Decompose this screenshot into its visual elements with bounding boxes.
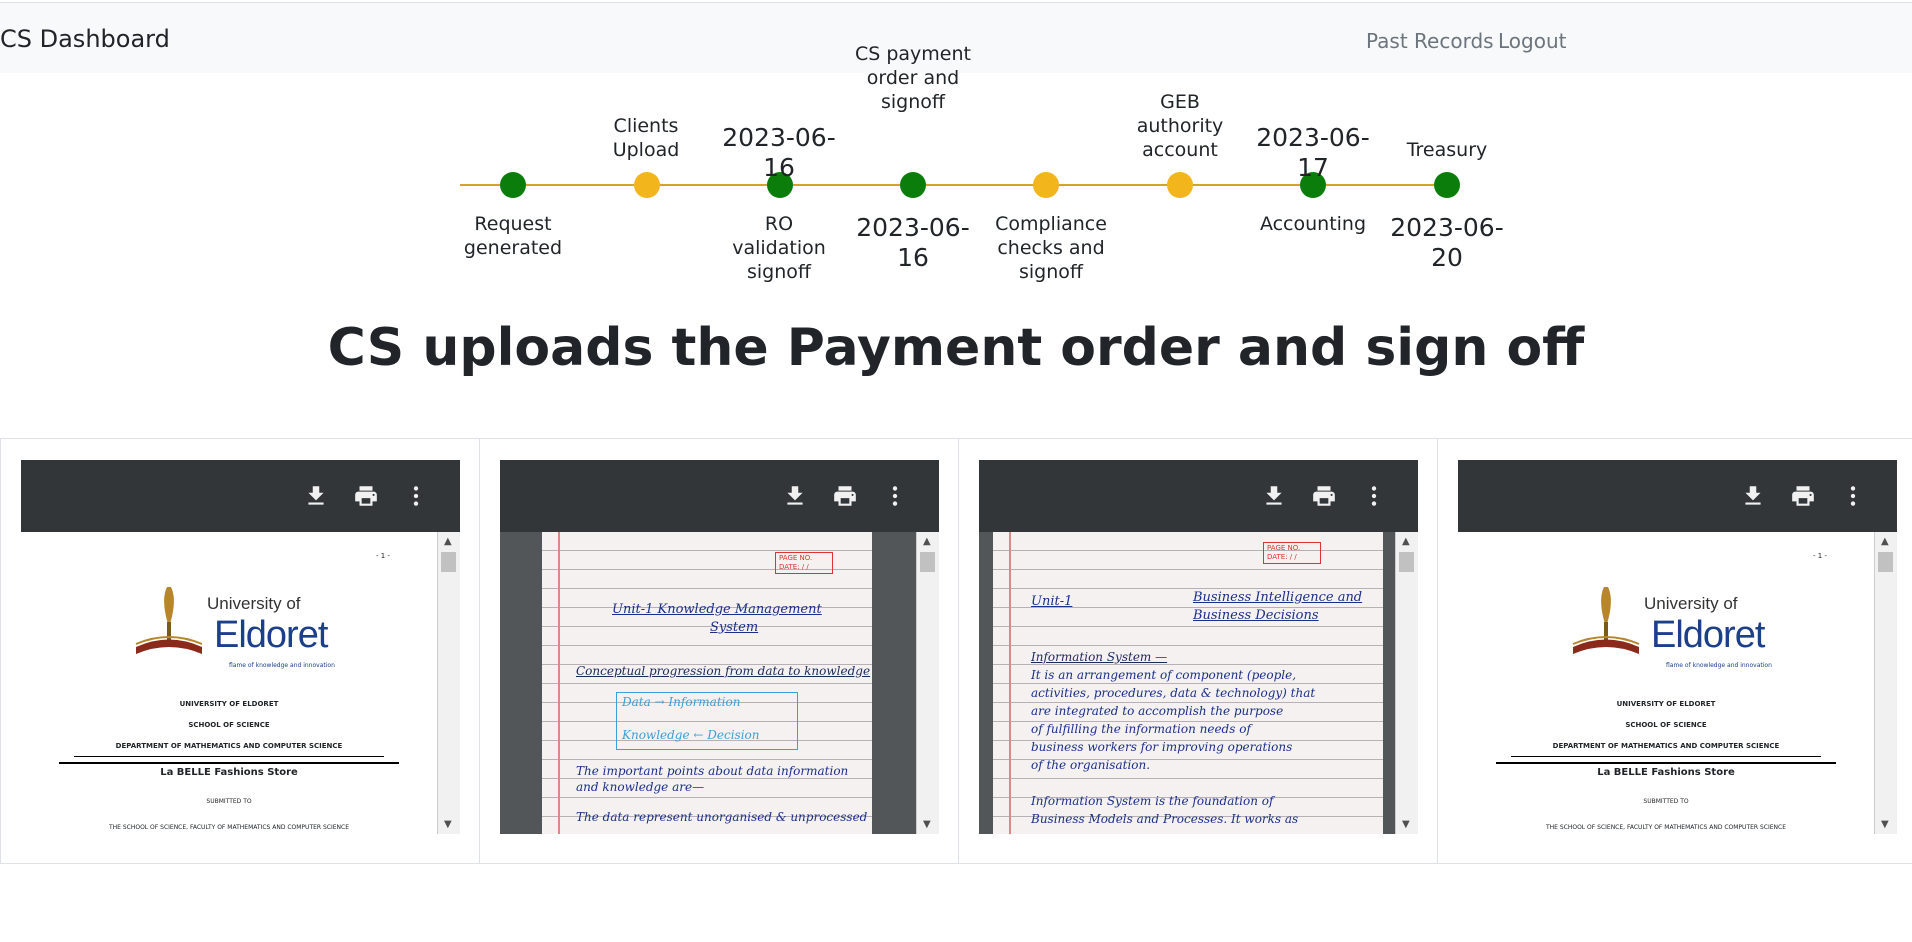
timeline-label-accounting: Accounting: [1259, 213, 1367, 235]
documents-row: - 1 - University of Eldoret flame of kno…: [0, 438, 1912, 864]
scrollbar-thumb[interactable]: [920, 552, 935, 572]
page-title: CS uploads the Payment order and sign of…: [327, 318, 1585, 378]
logo-line1: University of: [207, 594, 301, 613]
timeline-label-cs-payment-order: CS payment order and signoff: [854, 43, 971, 113]
scrollbar-thumb[interactable]: [441, 552, 456, 572]
timeline-label-clients-upload: Clients Upload: [612, 115, 680, 161]
timeline-date-cs-payment-order: 2023-06-16: [856, 213, 970, 272]
timeline-label-geb-authority: GEB authority account: [1136, 91, 1224, 161]
logo-line2: Eldoret: [1651, 614, 1765, 656]
more-vert-icon[interactable]: [1840, 483, 1866, 509]
document-card-4: - 1 - University of Eldoret flame of kno…: [1437, 439, 1912, 863]
page-stamp: PAGE NO. DATE: / /: [775, 552, 833, 574]
timeline-dot-clients-upload: [634, 172, 660, 198]
download-icon[interactable]: [782, 483, 808, 509]
print-icon[interactable]: [832, 483, 858, 509]
divider: [1496, 762, 1836, 764]
print-icon[interactable]: [1311, 483, 1337, 509]
pdf-viewer-4[interactable]: - 1 - University of Eldoret flame of kno…: [1458, 460, 1897, 834]
document-card-3: PAGE NO. DATE: / / Unit-1 Business Intel…: [958, 439, 1437, 863]
timeline-label-ro-validation: RO validation signoff: [732, 213, 826, 283]
timeline-date-accounting: 2023-06-17: [1256, 123, 1370, 182]
scrollbar[interactable]: ▲ ▼: [916, 532, 939, 834]
page-marker: - 1 -: [1813, 552, 1827, 560]
more-vert-icon[interactable]: [882, 483, 908, 509]
document-page: PAGE NO. DATE: / / Unit-1 Knowledge Mana…: [500, 532, 939, 834]
notebook-page: PAGE NO. DATE: / / Unit-1 Business Intel…: [993, 532, 1383, 834]
timeline-dot-request-generated: [500, 172, 526, 198]
pdf-viewer-2[interactable]: PAGE NO. DATE: / / Unit-1 Knowledge Mana…: [500, 460, 939, 834]
print-icon[interactable]: [353, 483, 379, 509]
scrollbar[interactable]: ▲ ▼: [437, 532, 460, 834]
divider: [74, 756, 384, 757]
logo-line2: Eldoret: [214, 614, 328, 656]
doc-line: UNIVERSITY OF ELDORET: [179, 700, 279, 708]
university-logo-icon: [135, 587, 203, 654]
timeline-label-treasury: Treasury: [1406, 139, 1488, 161]
page-marker: - 1 -: [376, 552, 390, 560]
page-stamp: PAGE NO. DATE: / /: [1263, 542, 1321, 564]
more-vert-icon[interactable]: [403, 483, 429, 509]
doc-submitted: SUBMITTED TO: [206, 798, 252, 805]
doc-line: UNIVERSITY OF ELDORET: [1616, 700, 1716, 708]
scrollbar-thumb[interactable]: [1878, 552, 1893, 572]
timeline-label-request-generated: Request generated: [463, 213, 563, 259]
doc-line: SCHOOL OF SCIENCE: [1625, 721, 1707, 729]
doc-footer: THE SCHOOL OF SCIENCE, FACULTY OF MATHEM…: [108, 824, 350, 831]
timeline-date-ro-validation: 2023-06-16: [722, 123, 836, 182]
doc-title: La BELLE Fashions Store: [1597, 767, 1735, 778]
doc-line: DEPARTMENT OF MATHEMATICS AND COMPUTER S…: [115, 742, 343, 750]
divider: [1511, 756, 1821, 757]
scrollbar[interactable]: ▲ ▼: [1395, 532, 1418, 834]
download-icon[interactable]: [1740, 483, 1766, 509]
logo-tagline: flame of knowledge and innovation: [1666, 662, 1772, 669]
viewer-toolbar: [500, 460, 939, 532]
document-card-1: - 1 - University of Eldoret flame of kno…: [0, 439, 479, 863]
timeline-dot-treasury: [1434, 172, 1460, 198]
document-page: - 1 - University of Eldoret flame of kno…: [21, 532, 460, 834]
more-vert-icon[interactable]: [1361, 483, 1387, 509]
doc-footer: THE SCHOOL OF SCIENCE, FACULTY OF MATHEM…: [1545, 824, 1787, 831]
progress-timeline: Request generated Clients Upload 2023-06…: [0, 0, 1912, 290]
viewer-toolbar: [1458, 460, 1897, 532]
doc-title: La BELLE Fashions Store: [160, 767, 298, 778]
document-page: PAGE NO. DATE: / / Unit-1 Business Intel…: [979, 532, 1418, 834]
viewer-toolbar: [979, 460, 1418, 532]
divider: [59, 762, 399, 764]
scrollbar[interactable]: ▲ ▼: [1874, 532, 1897, 834]
doc-line: DEPARTMENT OF MATHEMATICS AND COMPUTER S…: [1552, 742, 1780, 750]
doc-submitted: SUBMITTED TO: [1643, 798, 1689, 805]
timeline-dot-cs-payment-order: [900, 172, 926, 198]
notebook-page: PAGE NO. DATE: / / Unit-1 Knowledge Mana…: [542, 532, 872, 834]
print-icon[interactable]: [1790, 483, 1816, 509]
doc-line: SCHOOL OF SCIENCE: [188, 721, 270, 729]
pdf-viewer-3[interactable]: PAGE NO. DATE: / / Unit-1 Business Intel…: [979, 460, 1418, 834]
scrollbar-thumb[interactable]: [1399, 552, 1414, 572]
download-icon[interactable]: [1261, 483, 1287, 509]
download-icon[interactable]: [303, 483, 329, 509]
university-logo-icon: [1572, 587, 1640, 654]
viewer-toolbar: [21, 460, 460, 532]
document-page: - 1 - University of Eldoret flame of kno…: [1458, 532, 1897, 834]
timeline-dot-geb-authority: [1167, 172, 1193, 198]
timeline-label-compliance-checks: Compliance checks and signoff: [995, 213, 1107, 283]
timeline-dot-compliance-checks: [1033, 172, 1059, 198]
timeline-date-treasury: 2023-06-20: [1390, 213, 1504, 272]
document-card-2: PAGE NO. DATE: / / Unit-1 Knowledge Mana…: [479, 439, 958, 863]
pdf-viewer-1[interactable]: - 1 - University of Eldoret flame of kno…: [21, 460, 460, 834]
logo-tagline: flame of knowledge and innovation: [229, 662, 335, 669]
logo-line1: University of: [1644, 594, 1738, 613]
